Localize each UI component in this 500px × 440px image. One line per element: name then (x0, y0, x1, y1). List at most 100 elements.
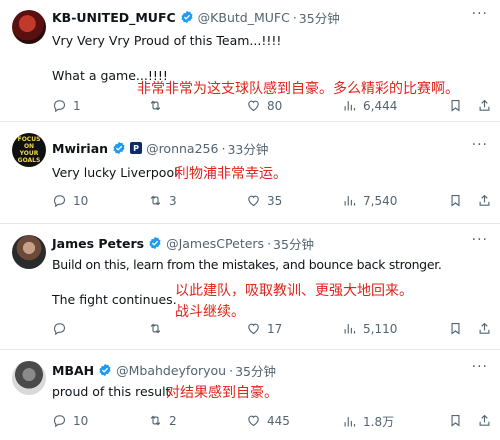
tweet[interactable]: KB-UNITED_MUFC @KButd_MUFC · 35分钟 ··· Vr… (0, 0, 500, 122)
tweet[interactable]: James Peters @JamesCPeters · 35分钟 ··· Bu… (0, 225, 500, 350)
views-button[interactable]: 6,444 (342, 98, 397, 113)
reply-button[interactable]: 1 (52, 98, 81, 113)
tweet-text-line: Vry Very Vry Proud of this Team...!!!! (52, 33, 282, 48)
separator-dot: · (229, 362, 234, 378)
retweet-button[interactable] (148, 321, 169, 336)
reply-button[interactable]: 10 (52, 193, 88, 208)
retweet-icon (150, 195, 161, 206)
more-icon[interactable]: ··· (472, 137, 488, 153)
like-button[interactable]: 445 (246, 413, 290, 428)
verified-badge-icon (112, 141, 126, 155)
views-button[interactable]: 7,540 (342, 193, 397, 208)
like-count: 80 (267, 98, 283, 113)
views-button[interactable]: 1.8万 (342, 413, 394, 430)
avatar-text: ON (23, 143, 35, 150)
tweet-text-line: Build on this, learn from the mistakes, … (52, 257, 442, 272)
view-count: 6,444 (363, 98, 398, 113)
retweet-button[interactable]: 3 (148, 193, 177, 208)
translation-annotation: 对结果感到自豪。 (166, 385, 278, 401)
bookmark-icon[interactable] (448, 413, 463, 428)
tweet-text-line: proud of this result (52, 384, 171, 399)
bookmark-icon[interactable] (448, 321, 463, 336)
secondary-actions (448, 193, 492, 208)
translation-annotation: 以此建队，吸取教训、更强大地回来。 (175, 283, 413, 299)
display-name[interactable]: KB-UNITED_MUFC (52, 10, 176, 25)
more-icon[interactable]: ··· (472, 359, 488, 375)
share-icon[interactable] (477, 193, 492, 208)
like-button[interactable]: 35 (246, 193, 282, 208)
retweet-icon (150, 100, 161, 111)
view-count: 5,110 (363, 321, 398, 336)
user-handle[interactable]: @JamesCPeters (166, 236, 264, 251)
like-button[interactable]: 17 (246, 321, 282, 336)
retweet-icon (150, 323, 161, 334)
reply-button[interactable]: 10 (52, 413, 88, 428)
tweet-text-line: The fight continues. (52, 292, 177, 307)
tweet-actions: 10 3 35 7,540 (52, 193, 492, 211)
reply-count: 10 (73, 413, 89, 428)
reply-icon (53, 195, 66, 208)
tweet[interactable]: MBAH @Mbahdeyforyou · 35分钟 ··· proud of … (0, 351, 500, 440)
tweet-header: MBAH @Mbahdeyforyou · 35分钟 (52, 361, 276, 379)
display-name[interactable]: Mwirian (52, 141, 108, 156)
views-icon (344, 101, 356, 111)
like-icon (248, 323, 259, 335)
views-icon (344, 324, 356, 334)
views-button[interactable]: 5,110 (342, 321, 397, 336)
verified-badge-icon (98, 363, 112, 377)
user-handle[interactable]: @KButd_MUFC (198, 10, 290, 25)
views-icon (344, 196, 356, 206)
timestamp[interactable]: 35分钟 (273, 234, 314, 253)
avatar[interactable] (12, 235, 46, 269)
timestamp[interactable]: 35分钟 (299, 8, 340, 27)
avatar[interactable]: FOCUS ON YOUR GOALS (12, 133, 46, 167)
tweet-actions: 1 80 6,444 (52, 98, 492, 116)
avatar-text: FOCUS (17, 136, 41, 143)
avatar[interactable] (12, 361, 46, 395)
user-handle[interactable]: @ronna256 (146, 141, 218, 156)
views-icon (344, 417, 356, 427)
translation-annotation: 战斗继续。 (175, 304, 245, 320)
avatar[interactable] (12, 10, 46, 44)
translation-annotation: 非常非常为这支球队感到自豪。多么精彩的比赛啊。 (137, 81, 459, 97)
verified-badge-icon (180, 10, 194, 24)
bookmark-icon[interactable] (448, 98, 463, 113)
reply-icon (53, 415, 66, 428)
reply-icon (53, 100, 66, 113)
like-count: 17 (267, 321, 283, 336)
display-name[interactable]: MBAH (52, 363, 94, 378)
tweet-actions: 10 2 445 1.8万 (52, 413, 492, 431)
secondary-actions (448, 321, 492, 336)
tweet-actions: 17 5,110 (52, 321, 492, 339)
reply-button[interactable] (52, 321, 73, 336)
timestamp[interactable]: 33分钟 (227, 139, 268, 158)
verified-badge-icon (148, 236, 162, 250)
view-count: 1.8万 (363, 415, 395, 429)
bookmark-icon[interactable] (448, 193, 463, 208)
like-icon (248, 100, 259, 112)
retweet-button[interactable] (148, 98, 169, 113)
tweet-header: James Peters @JamesCPeters · 35分钟 (52, 234, 314, 252)
separator-dot: · (267, 235, 272, 251)
like-icon (248, 415, 259, 427)
tweet[interactable]: FOCUS ON YOUR GOALS Mwirian P @ronna256 … (0, 123, 500, 224)
more-icon[interactable]: ··· (472, 232, 488, 248)
like-button[interactable]: 80 (246, 98, 282, 113)
share-icon[interactable] (477, 413, 492, 428)
avatar-text: GOALS (17, 157, 41, 164)
reply-count: 1 (73, 98, 81, 113)
affiliate-badge: P (130, 142, 143, 154)
secondary-actions (448, 413, 492, 428)
user-handle[interactable]: @Mbahdeyforyou (116, 363, 226, 378)
separator-dot: · (221, 140, 226, 156)
tweet-text-line: Very lucky Liverpool (52, 165, 178, 180)
retweet-count: 3 (169, 193, 177, 208)
timestamp[interactable]: 35分钟 (235, 361, 276, 380)
share-icon[interactable] (477, 321, 492, 336)
avatar-text: YOUR (19, 150, 39, 157)
like-count: 445 (267, 413, 290, 428)
share-icon[interactable] (477, 98, 492, 113)
more-icon[interactable]: ··· (472, 6, 488, 22)
retweet-button[interactable]: 2 (148, 413, 177, 428)
display-name[interactable]: James Peters (52, 236, 144, 251)
